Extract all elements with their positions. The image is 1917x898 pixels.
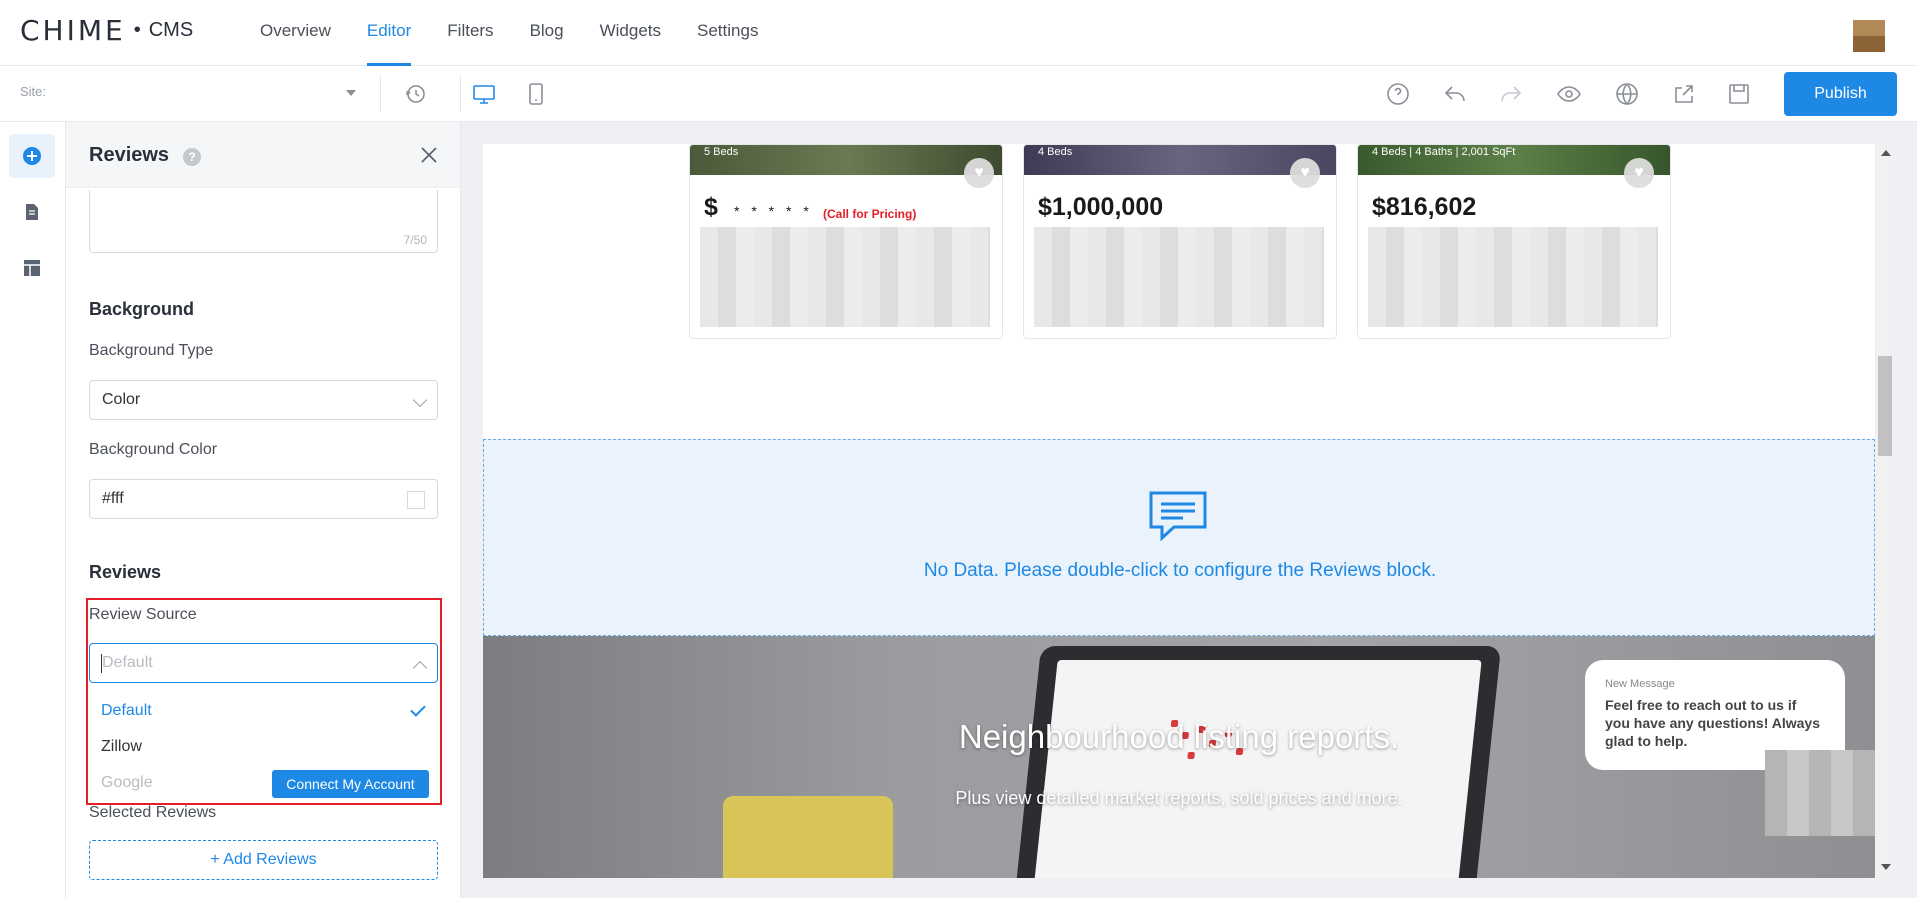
- chat-message-body: Feel free to reach out to us if you have…: [1605, 697, 1820, 749]
- page-preview: 5 Beds ♥ $ * * * * * (Call for Pricing) …: [483, 144, 1875, 878]
- site-dropdown-caret-icon[interactable]: [346, 90, 356, 96]
- option-zillow[interactable]: Zillow: [101, 738, 142, 756]
- listing-price-symbol: $: [704, 193, 718, 221]
- listing-card[interactable]: 5 Beds ♥ $ * * * * * (Call for Pricing): [689, 144, 1003, 339]
- hero-banner[interactable]: Neighbourhood listing reports. Plus view…: [483, 636, 1875, 878]
- save-icon[interactable]: [1725, 80, 1753, 108]
- agent-avatar-blurred: [1765, 750, 1875, 836]
- desktop-icon[interactable]: [470, 80, 498, 108]
- layout-icon: [24, 260, 40, 276]
- listing-details-blurred: [1368, 227, 1658, 327]
- main-nav: Overview Editor Filters Blog Widgets Set…: [260, 0, 794, 66]
- reviews-heading: Reviews: [89, 562, 162, 582]
- background-heading: Background: [89, 299, 195, 319]
- nav-editor[interactable]: Editor: [366, 0, 412, 66]
- toolbar-divider: [380, 76, 381, 112]
- chat-bubble-icon: [1149, 491, 1207, 542]
- listing-price: $816,602: [1372, 193, 1477, 221]
- listing-meta: 4 Beds | 4 Baths | 2,001 SqFt: [1372, 146, 1516, 158]
- hero-subtitle: Plus view detailed market reports, sold …: [955, 788, 1403, 808]
- logo-dot: •: [133, 19, 141, 41]
- review-source-placeholder: Default: [102, 654, 153, 671]
- chevron-up-icon: [412, 660, 428, 676]
- listing-details-blurred: [1034, 227, 1324, 327]
- laptop-image: [1014, 646, 1502, 878]
- listing-details-blurred: [700, 227, 990, 327]
- listing-price-masked: * * * * *: [734, 203, 813, 219]
- laptop-screen: [1033, 660, 1482, 878]
- connect-account-button[interactable]: Connect My Account: [272, 770, 429, 798]
- logo-text: CHIME: [20, 14, 126, 47]
- canvas-scrollbar[interactable]: [1876, 144, 1894, 878]
- description-textarea[interactable]: 7/50: [89, 190, 438, 253]
- background-color-label: Background Color: [89, 441, 218, 458]
- nav-settings[interactable]: Settings: [697, 0, 758, 66]
- color-swatch[interactable]: [407, 491, 425, 509]
- nav-widgets[interactable]: Widgets: [600, 0, 661, 66]
- site-selector-label[interactable]: Site:: [20, 84, 46, 99]
- page-icon: [26, 204, 38, 220]
- panel-header: Reviews ?: [66, 122, 460, 188]
- help-icon[interactable]: ?: [183, 148, 201, 166]
- globe-icon[interactable]: [1613, 80, 1641, 108]
- share-icon[interactable]: [1670, 80, 1698, 108]
- heart-icon[interactable]: ♥: [964, 158, 994, 188]
- editor-canvas-area: 5 Beds ♥ $ * * * * * (Call for Pricing) …: [461, 122, 1917, 898]
- call-for-pricing: (Call for Pricing): [823, 207, 917, 221]
- preview-icon[interactable]: [1555, 80, 1583, 108]
- option-default[interactable]: Default: [101, 702, 152, 720]
- canvas-scroll-thumb[interactable]: [1878, 356, 1892, 456]
- undo-icon[interactable]: [1441, 80, 1469, 108]
- char-counter: 7/50: [403, 233, 427, 247]
- heart-icon[interactable]: ♥: [1624, 158, 1654, 188]
- logo-suffix: CMS: [148, 19, 194, 41]
- editor-toolbar: Site: Publish: [0, 66, 1917, 122]
- nav-overview[interactable]: Overview: [260, 0, 331, 66]
- add-reviews-button[interactable]: + Add Reviews: [89, 840, 438, 880]
- publish-button[interactable]: Publish: [1784, 72, 1897, 116]
- plus-circle-icon: [23, 147, 41, 165]
- listing-price: $1,000,000: [1038, 193, 1164, 221]
- no-data-message: No Data. Please double-click to configur…: [923, 560, 1437, 581]
- close-icon[interactable]: [418, 144, 440, 166]
- user-avatar[interactable]: [1853, 20, 1885, 52]
- background-color-value: #fff: [102, 490, 124, 507]
- mobile-icon[interactable]: [522, 80, 550, 108]
- listing-card[interactable]: 4 Beds ♥ $1,000,000: [1023, 144, 1337, 339]
- reviews-block-placeholder[interactable]: No Data. Please double-click to configur…: [483, 439, 1875, 636]
- background-type-select[interactable]: Color: [89, 380, 438, 420]
- pages-button[interactable]: [9, 190, 55, 234]
- background-type-label: Background Type: [89, 342, 214, 359]
- review-source-select[interactable]: Default: [89, 643, 438, 683]
- option-google: Google: [101, 774, 153, 791]
- layout-button[interactable]: [9, 246, 55, 290]
- chime-cms-logo[interactable]: CHIME • CMS: [20, 14, 193, 47]
- help-icon[interactable]: [1384, 80, 1412, 108]
- add-block-button[interactable]: [9, 134, 55, 178]
- background-type-value: Color: [102, 391, 141, 408]
- redo-icon[interactable]: [1497, 80, 1525, 108]
- listing-meta: 4 Beds: [1038, 146, 1073, 158]
- scroll-up-icon[interactable]: [1881, 150, 1891, 156]
- chat-message-header: New Message: [1605, 678, 1675, 690]
- toolbar-divider: [460, 76, 461, 112]
- chevron-down-icon: [412, 392, 428, 408]
- review-source-label: Review Source: [89, 606, 197, 623]
- scroll-down-icon[interactable]: [1881, 864, 1891, 870]
- nav-filters[interactable]: Filters: [447, 0, 493, 66]
- text-cursor: [101, 654, 102, 673]
- left-rail: [0, 122, 66, 898]
- selected-reviews-label: Selected Reviews: [89, 804, 217, 821]
- history-icon[interactable]: [401, 80, 429, 108]
- listing-meta: 5 Beds: [704, 146, 739, 158]
- reviews-settings-panel: Reviews ? 7/50 Background Background Typ…: [66, 122, 461, 898]
- nav-blog[interactable]: Blog: [530, 0, 564, 66]
- listing-card[interactable]: 4 Beds | 4 Baths | 2,001 SqFt ♥ $816,602: [1357, 144, 1671, 339]
- panel-title: Reviews: [89, 144, 170, 166]
- top-navigation: CHIME • CMS Overview Editor Filters Blog…: [0, 0, 1917, 66]
- heart-icon[interactable]: ♥: [1290, 158, 1320, 188]
- background-color-input[interactable]: #fff: [89, 479, 438, 519]
